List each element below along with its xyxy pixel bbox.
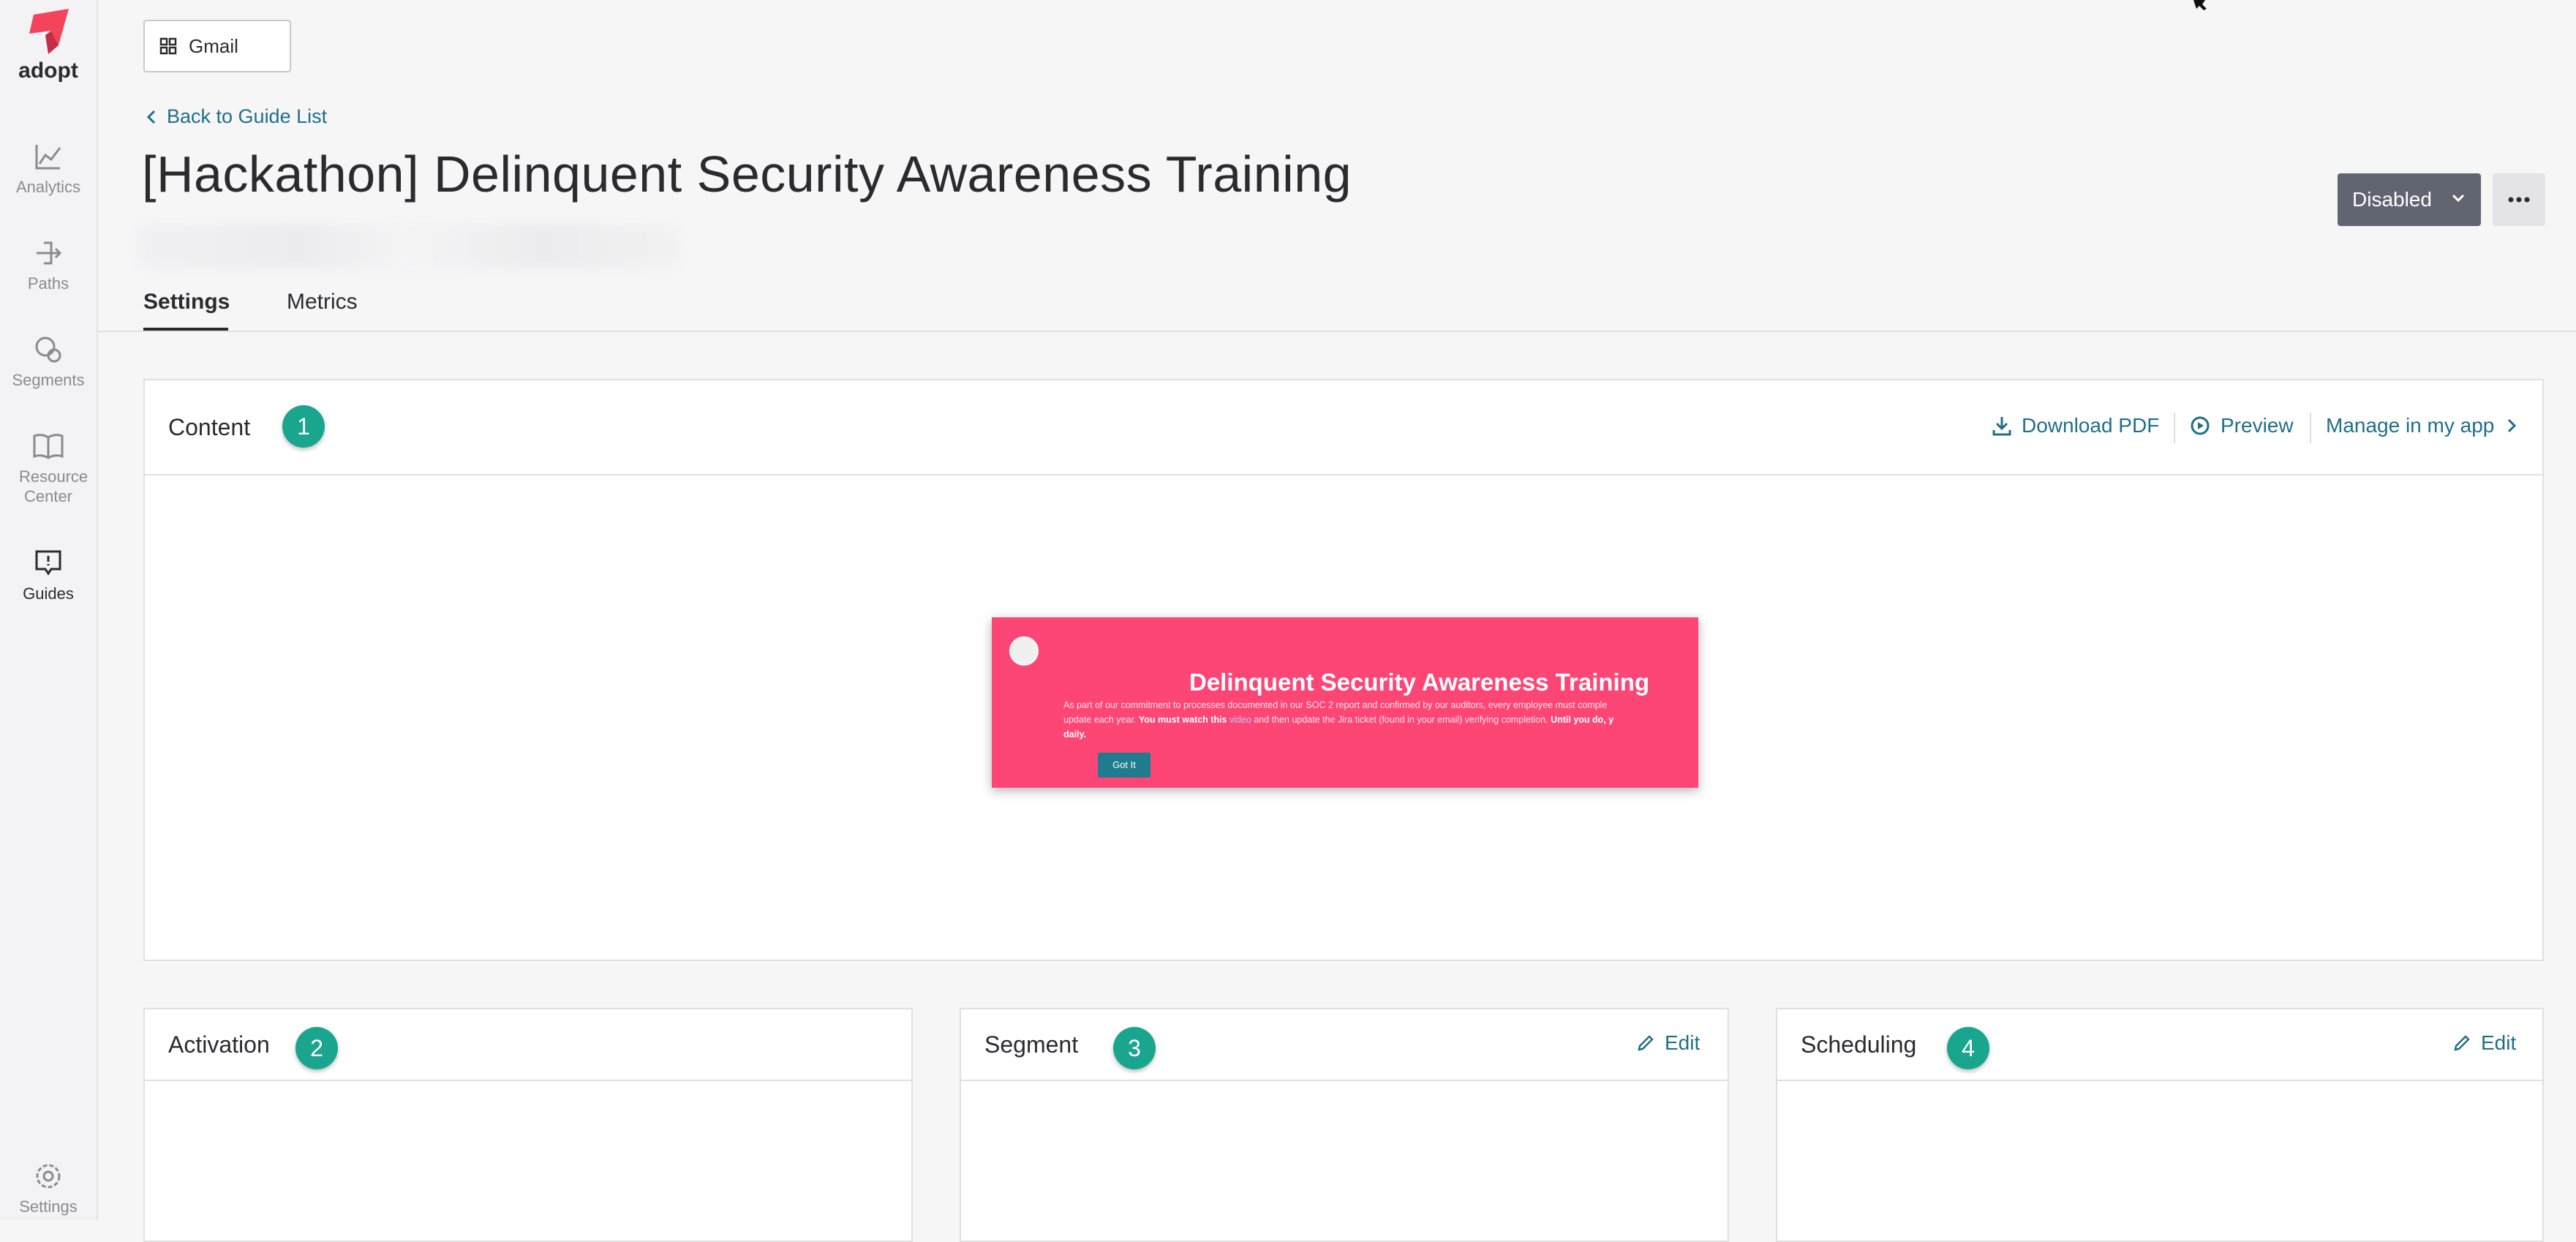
guide-body-text: and then update the Jira ticket (found i… (1251, 715, 1551, 725)
activation-card: Activation 2 (143, 1008, 913, 1242)
sidebar-item-label: Paths (27, 274, 69, 293)
app-selector-button[interactable]: Gmail (143, 20, 291, 72)
segment-card: Segment 3 Edit (960, 1008, 1729, 1242)
download-icon (1992, 417, 2011, 436)
status-dropdown-label: Disabled (2352, 188, 2432, 211)
chevron-down-icon (2452, 194, 2465, 203)
edit-scheduling-button[interactable]: Edit (2453, 1031, 2516, 1055)
more-icon (2508, 197, 2530, 203)
guide-preview[interactable]: Delinquent Security Awareness Training A… (992, 617, 1698, 788)
preview-button[interactable]: Preview (2190, 414, 2294, 437)
preview-label: Preview (2221, 414, 2294, 437)
edit-label: Edit (2481, 1031, 2517, 1054)
sidebar-item-label: Guides (23, 584, 74, 603)
guide-preview-body: As part of our commitment to processes d… (1063, 698, 1698, 742)
step-badge: 1 (282, 405, 325, 448)
sidebar-item-paths[interactable]: Paths (0, 238, 97, 293)
adopt-logo-icon (29, 9, 69, 54)
guide-body-bold: You must watch this (1138, 715, 1229, 725)
activation-card-header: Activation 2 (145, 1009, 911, 1081)
scheduling-card-title: Scheduling (1801, 1031, 1917, 1058)
tab-metrics[interactable]: Metrics (287, 290, 358, 315)
sidebar-item-settings[interactable]: Settings (0, 1162, 97, 1216)
step-badge: 4 (1947, 1027, 1989, 1069)
tabs-divider (97, 331, 2576, 332)
content-card-header: Content 1 Download PDF Preview Manage in… (145, 380, 2542, 475)
play-circle-icon (2191, 416, 2210, 435)
guide-body-bold: daily. (1063, 729, 1087, 739)
sidebar-item-guides[interactable]: Guides (0, 549, 97, 603)
chevron-right-icon (2508, 418, 2517, 433)
segment-card-title: Segment (984, 1031, 1079, 1058)
page-title: [Hackathon] Delinquent Security Awarenes… (142, 146, 1352, 203)
guide-body-bold: Until you do, y (1551, 715, 1614, 725)
guide-body-text: As part of our commitment to processes d… (1063, 700, 1608, 710)
back-link-label: Back to Guide List (167, 105, 328, 127)
edit-label: Edit (1665, 1031, 1701, 1054)
pencil-icon (2454, 1035, 2470, 1051)
chevron-left-icon (146, 110, 156, 124)
segment-card-header: Segment 3 Edit (961, 1009, 1728, 1081)
download-pdf-button[interactable]: Download PDF (1992, 414, 2159, 437)
guides-icon (35, 550, 61, 576)
guide-body-text: update each year. (1063, 715, 1139, 725)
scheduling-card: Scheduling 4 Edit (1776, 1008, 2544, 1242)
sidebar: adopt Analytics Paths Segments Resource … (0, 0, 98, 1220)
resource-center-icon (33, 434, 64, 459)
download-pdf-label: Download PDF (2022, 414, 2160, 437)
step-badge: 2 (295, 1027, 338, 1069)
grid-icon (159, 37, 177, 55)
status-dropdown[interactable]: Disabled (2338, 173, 2481, 226)
redacted-subtitle (136, 224, 680, 269)
manage-in-my-app-link[interactable]: Manage in my app (2326, 414, 2526, 437)
action-divider (2310, 413, 2311, 443)
content-card-title: Content (168, 414, 251, 440)
sidebar-item-label: Settings (19, 1197, 78, 1216)
paths-icon (37, 241, 62, 265)
action-divider (2174, 413, 2175, 443)
logo-text: adopt (18, 59, 78, 83)
sidebar-item-label: Segments (12, 371, 85, 389)
sidebar-item-segments[interactable]: Segments (0, 335, 97, 390)
app-selector-label: Gmail (189, 34, 238, 57)
adopt-logo[interactable]: adopt (0, 9, 97, 83)
segments-icon (35, 336, 61, 363)
scheduling-card-header: Scheduling 4 Edit (1777, 1009, 2542, 1081)
edit-segment-button[interactable]: Edit (1637, 1031, 1700, 1055)
guide-preview-title: Delinquent Security Awareness Training (1189, 669, 1650, 696)
guide-body-link[interactable]: video (1229, 715, 1251, 725)
sidebar-item-resource-center[interactable]: Resource Center (0, 432, 97, 506)
pencil-icon (1638, 1035, 1654, 1051)
mouse-cursor-icon (2193, 0, 2207, 10)
sidebar-item-label: Analytics (15, 178, 81, 196)
back-to-guide-list-link[interactable]: Back to Guide List (146, 105, 327, 128)
sidebar-item-analytics[interactable]: Analytics (0, 142, 97, 197)
analytics-icon (35, 145, 61, 170)
manage-in-my-app-label: Manage in my app (2326, 414, 2495, 437)
tab-settings[interactable]: Settings (143, 290, 230, 315)
got-it-button[interactable]: Got It (1098, 753, 1150, 778)
activation-card-title: Activation (168, 1031, 270, 1058)
guide-avatar (1009, 636, 1039, 666)
step-badge: 3 (1113, 1027, 1156, 1069)
settings-icon (36, 1164, 61, 1189)
more-options-button[interactable] (2493, 173, 2545, 226)
sidebar-item-label: Resource Center (19, 467, 88, 505)
